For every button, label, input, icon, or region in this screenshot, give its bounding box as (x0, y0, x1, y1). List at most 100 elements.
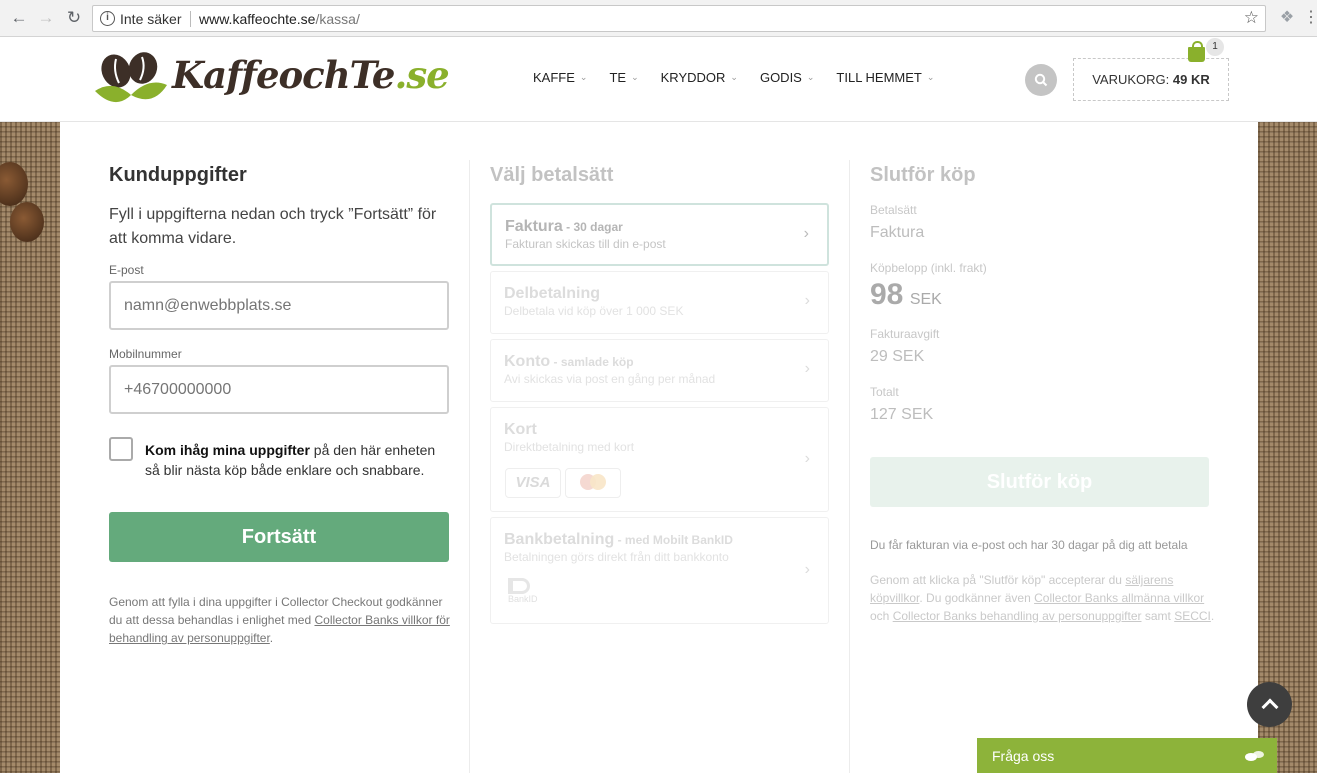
payment-name: Kort (504, 421, 537, 438)
burlap-background-left (0, 122, 60, 773)
nav-item-kaffe[interactable]: KAFFE ⌄ (533, 70, 587, 85)
payment-option-bankbetalning[interactable]: Bankbetalning - med Mobilt BankID Betaln… (490, 517, 829, 624)
chevron-up-icon (1261, 698, 1278, 716)
continue-button[interactable]: Fortsätt (109, 512, 449, 562)
payment-option-desc: Direktbetalning med kort (504, 440, 635, 454)
summary-legal-text: Genom att klicka på "Slutför köp" accept… (870, 571, 1215, 625)
amount-display: 98 SEK (870, 278, 942, 312)
payment-option-faktura[interactable]: Faktura - 30 dagar Fakturan skickas till… (490, 203, 829, 266)
cart-count-badge: 1 (1206, 38, 1224, 56)
chevron-down-icon: ⌄ (806, 72, 815, 82)
forward-icon[interactable]: → (36, 8, 56, 28)
chevron-right-icon: › (804, 450, 810, 467)
nav-label: TE (609, 70, 627, 85)
cart-amount: 49 KR (1172, 72, 1210, 87)
payment-name: Bankbetalning (504, 531, 615, 548)
invoice-note: Du får fakturan via e-post och har 30 da… (870, 538, 1188, 552)
address-bar[interactable]: i Inte säker www.kaffeochte.se/kassa/ ☆ (92, 5, 1266, 32)
bankid-mark (508, 578, 530, 594)
bankid-logo: BankID (508, 578, 538, 606)
back-icon[interactable]: ← (9, 8, 29, 28)
address-divider (190, 11, 191, 27)
fee-label: Fakturaavgift (870, 327, 940, 341)
payment-option-name: Faktura - 30 dagar (505, 218, 623, 236)
cart-label: VARUKORG: (1092, 72, 1170, 87)
payment-option-delbetalning[interactable]: Delbetalning Delbetala vid köp över 1 00… (490, 271, 829, 334)
scroll-to-top-button[interactable] (1247, 682, 1292, 727)
customer-legal-text: Genom att fylla i dina uppgifter i Colle… (109, 593, 454, 647)
chevron-right-icon: › (803, 225, 809, 242)
nav-label: TILL HEMMET (836, 70, 922, 85)
payment-sub: - med Mobilt BankID (614, 533, 733, 547)
payment-option-desc: Fakturan skickas till din e-post (505, 237, 666, 251)
legal-end: . (269, 631, 274, 645)
total-label: Totalt (870, 385, 899, 399)
legal-part: Genom att klicka på "Slutför köp" accept… (870, 573, 1126, 587)
bankid-label: BankID (508, 594, 538, 604)
customer-title: Kunduppgifter (109, 164, 247, 186)
url-host: www.kaffeochte.se (199, 11, 316, 27)
search-icon (1034, 73, 1048, 87)
amount-value: 98 (870, 278, 904, 311)
email-field[interactable] (109, 281, 449, 330)
cart-button[interactable]: VARUKORG: 49 KR (1073, 58, 1229, 101)
nav-item-kryddor[interactable]: KRYDDOR ⌄ (661, 70, 738, 85)
nav-item-till-hemmet[interactable]: TILL HEMMET ⌄ (836, 70, 934, 85)
collector-privacy-link[interactable]: Collector Banks behandling av personuppg… (893, 609, 1142, 623)
logo-wordmark[interactable]: KaffeochTe.se (172, 53, 450, 97)
info-icon[interactable]: i (100, 11, 115, 26)
summary-title: Slutför köp (870, 164, 976, 186)
column-divider (849, 160, 850, 773)
chevron-down-icon: ⌄ (579, 72, 588, 82)
payment-sub: - 30 dagar (562, 220, 623, 234)
phone-field[interactable] (109, 365, 449, 414)
dropbox-extension-icon[interactable]: ❖ (1278, 9, 1296, 27)
nav-label: KAFFE (533, 70, 575, 85)
mastercard-logo (565, 468, 621, 498)
payment-option-kort[interactable]: Kort Direktbetalning med kort VISA › (490, 407, 829, 512)
payment-name: Faktura (505, 218, 563, 235)
logo-leaf-icon[interactable] (93, 51, 168, 109)
customer-intro: Fyll i uppgifterna nedan och tryck ”Fort… (109, 206, 437, 247)
security-indicator[interactable]: Inte säker (120, 11, 181, 27)
remember-text[interactable]: Kom ihåg mina uppgifter på den här enhet… (145, 440, 450, 480)
nav-item-te[interactable]: TE ⌄ (609, 70, 638, 85)
collector-terms-link[interactable]: Collector Banks allmänna villkor (1034, 591, 1204, 605)
chat-widget-tab[interactable]: Fråga oss (977, 738, 1277, 773)
legal-part: . Du godkänner även (919, 591, 1035, 605)
remember-checkbox[interactable] (109, 437, 133, 461)
reload-icon[interactable]: ↻ (64, 8, 84, 28)
site-header: KaffeochTe.se KAFFE ⌄ TE ⌄ KRYDDOR ⌄ GODIS ⌄… (0, 37, 1317, 122)
chat-label: Fråga oss (992, 748, 1055, 764)
nav-label: KRYDDOR (660, 70, 726, 85)
total-value: 127 SEK (870, 406, 934, 423)
payment-option-konto[interactable]: Konto - samlade köp Avi skickas via post… (490, 339, 829, 402)
chevron-right-icon: › (804, 561, 810, 578)
fee-value: 29 SEK (870, 348, 925, 365)
payment-name: Delbetalning (504, 285, 601, 302)
logo-main: KaffeochTe (172, 53, 395, 97)
shopping-bag-icon[interactable] (1188, 41, 1205, 62)
logo-tld: .se (394, 53, 449, 97)
bookmark-star-icon[interactable]: ☆ (1244, 8, 1259, 28)
legal-part: samt (1141, 609, 1175, 623)
nav-item-godis[interactable]: GODIS ⌄ (760, 70, 814, 85)
browser-menu-icon[interactable]: ⋮ (1303, 9, 1317, 27)
search-button[interactable] (1025, 64, 1057, 96)
nav-label: GODIS (759, 70, 802, 85)
amount-currency: SEK (909, 291, 942, 308)
secci-link[interactable]: SECCI (1174, 609, 1211, 623)
payment-option-desc: Betalningen görs direkt från ditt bankko… (504, 550, 729, 564)
finish-purchase-button[interactable]: Slutför köp (870, 457, 1209, 507)
amount-label: Köpbelopp (inkl. frakt) (870, 261, 987, 275)
payment-option-name: Konto - samlade köp (504, 353, 634, 371)
payment-option-desc: Avi skickas via post en gång per månad (504, 372, 716, 386)
phone-label: Mobilnummer (109, 347, 182, 361)
method-label: Betalsätt (870, 203, 917, 217)
payment-option-name: Kort (504, 421, 537, 439)
browser-toolbar: ← → ↻ i Inte säker www.kaffeochte.se/kas… (0, 0, 1317, 37)
payment-name: Konto (504, 353, 551, 370)
chevron-down-icon: ⌄ (631, 72, 639, 82)
url-text[interactable]: www.kaffeochte.se/kassa/ (199, 11, 360, 27)
url-path: /kassa/ (315, 11, 360, 27)
